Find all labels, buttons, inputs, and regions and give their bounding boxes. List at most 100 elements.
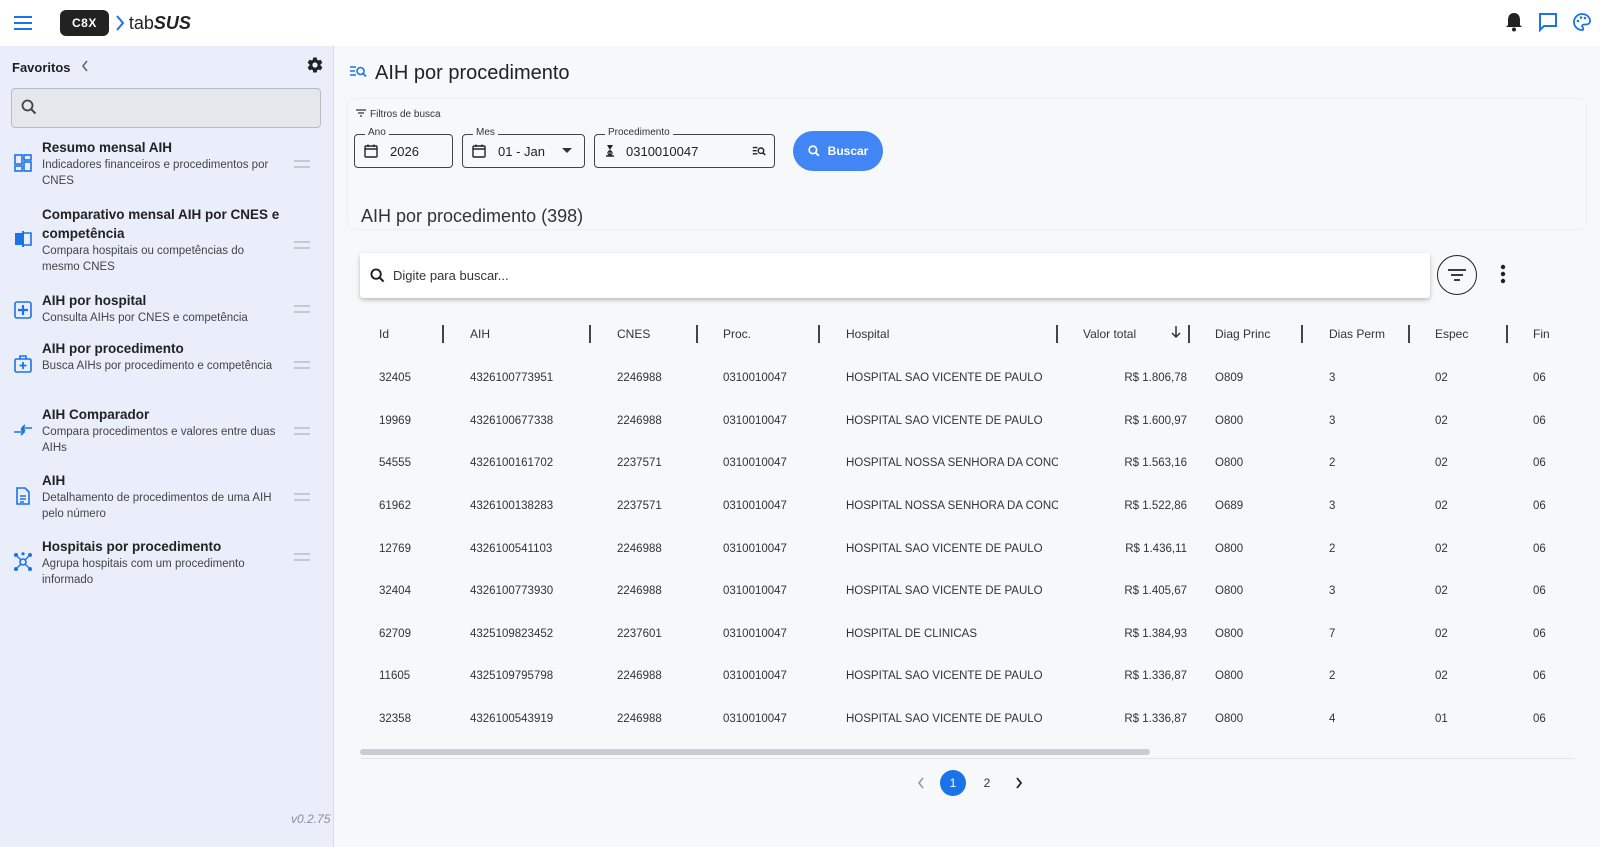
column-separator[interactable] [1301, 325, 1303, 343]
column-separator[interactable] [589, 325, 591, 343]
col-header-aih[interactable]: AIH [470, 311, 490, 357]
cell-proc: 0310010047 [723, 414, 787, 427]
chat-icon[interactable] [1536, 10, 1560, 34]
cell-proc: 0310010047 [723, 457, 787, 470]
page-1-button[interactable]: 1 [940, 770, 966, 796]
cell-espec: 01 [1435, 713, 1448, 726]
more-vert-icon[interactable] [1500, 264, 1506, 289]
cell-diag-princ: O689 [1215, 500, 1244, 513]
table-row[interactable]: 32405 4326100773951 2246988 0310010047 HOSPI… [360, 357, 1575, 400]
column-separator[interactable] [696, 325, 698, 343]
cell-id: 54555 [379, 457, 411, 470]
chevron-left-icon[interactable] [910, 772, 932, 794]
col-header-dias-perm[interactable]: Dias Perm [1329, 311, 1385, 357]
procedimento-field[interactable]: Procedimento 0310010047 [594, 127, 775, 168]
page-2-button[interactable]: 2 [974, 770, 1000, 796]
favorites-search-input[interactable] [11, 88, 321, 128]
filter-button[interactable] [1437, 255, 1477, 295]
column-separator[interactable] [1506, 325, 1508, 343]
cell-diag-princ: O809 [1215, 372, 1244, 385]
cell-cnes: 2237601 [617, 627, 662, 640]
cell-dias-perm: 2 [1329, 457, 1336, 470]
cell-id: 61962 [379, 500, 411, 513]
buscar-button[interactable]: Buscar [793, 131, 883, 171]
search-icon [370, 268, 385, 283]
cell-cnes: 2246988 [617, 713, 662, 726]
sidebar-item-aih-comparador[interactable]: AIH Comparador Compara procedimentos e v… [0, 405, 334, 471]
app-logo[interactable]: C8X tab SUS [60, 10, 191, 36]
drag-handle-icon[interactable] [294, 493, 310, 501]
cell-hospital: HOSPITAL NOSSA SENHORA DA CONCEI [846, 457, 1058, 470]
menu-icon[interactable] [0, 0, 46, 46]
sort-arrow-down-icon[interactable] [1171, 326, 1181, 344]
table-row[interactable]: 61962 4326100138283 2237571 0310010047 HOSPI… [360, 485, 1575, 528]
column-separator[interactable] [818, 325, 820, 343]
gear-icon[interactable] [306, 56, 324, 79]
table-row[interactable]: 32404 4326100773930 2246988 0310010047 HOSPI… [360, 570, 1575, 613]
table-row[interactable]: 19969 4326100677338 2246988 0310010047 HOSPI… [360, 400, 1575, 443]
col-header-cnes[interactable]: CNES [617, 311, 650, 357]
bell-icon[interactable] [1502, 10, 1526, 34]
table-row[interactable]: 11605 4325109795798 2246988 0310010047 HOSPI… [360, 655, 1575, 698]
sidebar-item-resumo-mensal[interactable]: Resumo mensal AIH Indicadores financeiro… [0, 138, 334, 204]
horizontal-scrollbar[interactable] [360, 749, 1150, 755]
cell-aih: 4326100138283 [470, 500, 554, 513]
table-search-input[interactable]: Digite para buscar... [360, 253, 1430, 298]
cell-id: 62709 [379, 627, 411, 640]
cell-fin: 06 [1533, 414, 1546, 427]
sidebar-item-desc: Detalhamento de procedimentos de uma AIH… [42, 492, 272, 520]
favorites-list: Resumo mensal AIH Indicadores financeiro… [0, 138, 334, 603]
sidebar-item-hospitais-procedimento[interactable]: Hospitais por procedimento Agrupa hospit… [0, 537, 334, 603]
table-row[interactable]: 32358 4326100543919 2246988 0310010047 HOSPI… [360, 698, 1575, 741]
palette-icon[interactable] [1570, 10, 1594, 34]
drag-handle-icon[interactable] [294, 241, 310, 249]
table-row[interactable]: 12769 4326100541103 2246988 0310010047 HOSPI… [360, 527, 1575, 570]
chevron-right-icon[interactable] [1008, 772, 1030, 794]
column-separator[interactable] [442, 325, 444, 343]
mes-select[interactable]: Mes 01 - Jan [462, 127, 585, 168]
drag-handle-icon[interactable] [294, 160, 310, 168]
cell-valor-total: R$ 1.522,86 [1124, 500, 1187, 513]
cell-cnes: 2246988 [617, 670, 662, 683]
cell-hospital: HOSPITAL SAO VICENTE DE PAULO [846, 713, 1043, 726]
pagination: 1 2 [910, 770, 1030, 796]
col-header-fin[interactable]: Fin [1533, 311, 1550, 357]
drag-handle-icon[interactable] [294, 553, 310, 561]
col-header-espec[interactable]: Espec [1435, 311, 1468, 357]
drag-handle-icon[interactable] [294, 305, 310, 313]
cell-hospital: HOSPITAL SAO VICENTE DE PAULO [846, 372, 1043, 385]
col-header-id[interactable]: Id [379, 311, 389, 357]
sidebar-item-aih-procedimento[interactable]: AIH por procedimento Busca AIHs por proc… [0, 339, 334, 405]
dropdown-arrow-icon[interactable] [562, 148, 572, 154]
col-header-hospital[interactable]: Hospital [846, 311, 889, 357]
column-separator[interactable] [1056, 325, 1058, 343]
ano-field[interactable]: Ano 2026 [354, 127, 453, 168]
dashboard-icon [12, 152, 34, 174]
logo-sus-text: SUS [153, 12, 191, 33]
cell-espec: 02 [1435, 500, 1448, 513]
cell-fin: 06 [1533, 670, 1546, 683]
sidebar-item-aih-hospital[interactable]: AIH por hospital Consulta AIHs por CNES … [0, 289, 334, 339]
sidebar-item-title: Hospitais por procedimento [42, 539, 222, 554]
chevron-left-icon[interactable] [81, 60, 89, 75]
drag-handle-icon[interactable] [294, 427, 310, 435]
cell-valor-total: R$ 1.600,97 [1124, 414, 1187, 427]
column-separator[interactable] [1408, 325, 1410, 343]
column-separator[interactable] [1188, 325, 1190, 343]
cell-valor-total: R$ 1.336,87 [1124, 713, 1187, 726]
sidebar-item-comparativo-mensal[interactable]: Comparativo mensal AIH por CNES e compet… [0, 204, 334, 289]
drag-handle-icon[interactable] [294, 361, 310, 369]
search-list-icon[interactable] [752, 146, 766, 157]
col-header-valor-total[interactable]: Valor total [1083, 311, 1136, 357]
filter-icon [1448, 269, 1466, 281]
cell-valor-total: R$ 1.806,78 [1124, 372, 1187, 385]
col-header-proc[interactable]: Proc. [723, 311, 751, 357]
ano-value: 2026 [390, 143, 419, 159]
table-row[interactable]: 62709 4325109823452 2237601 0310010047 HOSPI… [360, 613, 1575, 656]
table-row[interactable]: 54555 4326100161702 2237571 0310010047 HOSPI… [360, 442, 1575, 485]
col-header-diag-princ[interactable]: Diag Princ [1215, 311, 1270, 357]
search-icon [807, 145, 820, 157]
cell-valor-total: R$ 1.405,67 [1124, 585, 1187, 598]
sidebar-item-desc: Indicadores financeiros e procedimentos … [42, 159, 269, 187]
sidebar-item-aih[interactable]: AIH Detalhamento de procedimentos de uma… [0, 471, 334, 537]
